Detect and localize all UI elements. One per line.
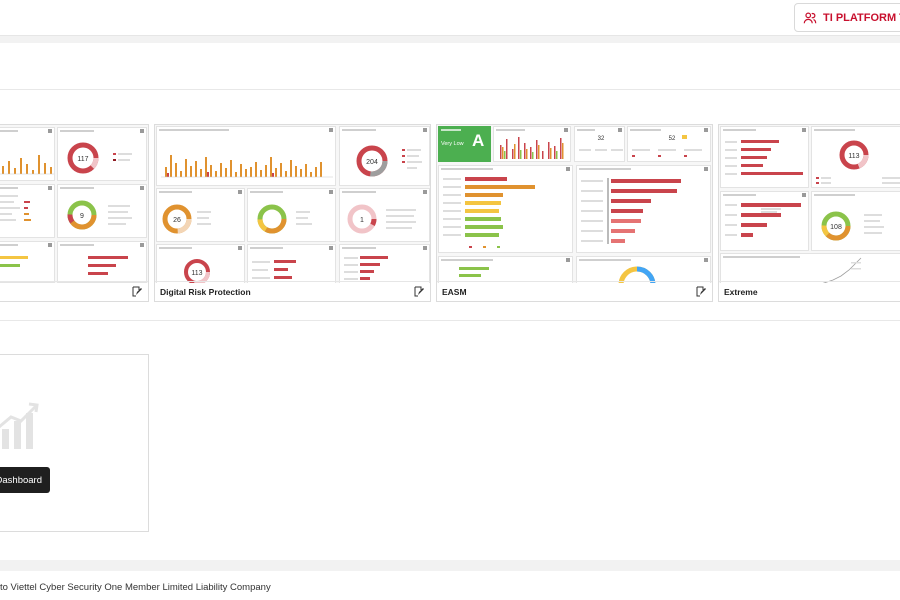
easm-score-tile: Very Low A xyxy=(438,126,491,162)
template-card[interactable]: 117 9 xyxy=(0,124,149,302)
edit-icon[interactable] xyxy=(414,286,424,297)
create-dashboard-button[interactable]: Dashboard xyxy=(0,467,50,493)
template-footer: Digital Risk Protection xyxy=(155,281,430,301)
tenant-name: TI PLATFORM TES xyxy=(823,11,900,24)
donut-value: 1 xyxy=(360,217,364,224)
donut-value: 108 xyxy=(830,224,842,231)
stat-value: 32 xyxy=(598,136,605,142)
template-card[interactable]: Very Low A 32 52 EASM xyxy=(436,124,713,302)
users-icon xyxy=(803,11,817,23)
donut-value: 204 xyxy=(366,159,378,166)
edit-icon[interactable] xyxy=(696,286,706,297)
donut-value: 117 xyxy=(77,156,88,163)
template-thumbnail: 113 108 xyxy=(719,125,900,283)
create-dashboard-label: Dashboard xyxy=(0,474,42,486)
template-name: EASM xyxy=(442,286,467,297)
template-thumbnail: Very Low A 32 52 xyxy=(437,125,712,283)
template-footer: Extreme xyxy=(719,281,900,301)
template-card[interactable]: 113 108 Extreme xyxy=(718,124,900,302)
donut-value: 113 xyxy=(191,270,202,277)
risk-label: Very Low xyxy=(441,141,464,147)
copyright-text: to Viettel Cyber Security One Member Lim… xyxy=(0,582,271,593)
donut-value: 9 xyxy=(80,213,84,220)
header-divider-band xyxy=(0,36,900,43)
create-dashboard-panel: Dashboard xyxy=(0,354,149,532)
template-name: Digital Risk Protection xyxy=(160,286,251,297)
stat-value: 52 xyxy=(669,136,676,142)
top-header: TI PLATFORM TES xyxy=(0,0,900,36)
footer-divider-band xyxy=(0,560,900,571)
template-footer: EASM xyxy=(437,281,712,301)
template-card[interactable]: 204 26 1 113 Digital Risk Protection xyxy=(154,124,431,302)
template-thumbnail: 204 26 1 113 xyxy=(155,125,430,283)
grade-letter: A xyxy=(472,131,485,150)
tenant-switch-button[interactable]: TI PLATFORM TES xyxy=(794,3,900,32)
section-divider xyxy=(0,320,900,321)
donut-value: 113 xyxy=(848,153,859,160)
template-thumbnail: 117 9 xyxy=(0,125,148,283)
template-name: Extreme xyxy=(724,286,758,297)
section-divider xyxy=(0,89,900,90)
edit-icon[interactable] xyxy=(132,286,142,297)
bar-chart-icon xyxy=(0,402,39,449)
donut-value: 26 xyxy=(173,217,181,224)
template-footer xyxy=(0,281,148,301)
